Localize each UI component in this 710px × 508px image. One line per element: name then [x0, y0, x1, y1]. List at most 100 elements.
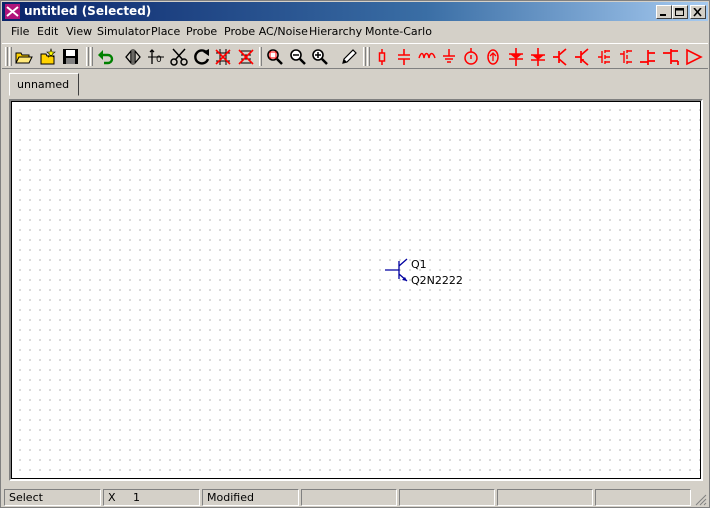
pencil-icon — [342, 49, 357, 64]
pmos-icon — [620, 50, 632, 64]
undo-button[interactable] — [95, 47, 117, 67]
place-zener-diode-button[interactable] — [527, 47, 549, 67]
menu-probe-ac-noise[interactable]: Probe AC/Noise — [224, 25, 308, 39]
ground-icon — [443, 49, 455, 63]
toolbar-grip[interactable] — [363, 47, 366, 66]
delete-all-icon — [238, 49, 254, 65]
menu-hierarchy[interactable]: Hierarchy — [309, 25, 362, 39]
place-pmos-button[interactable] — [615, 47, 637, 67]
zoom-area-button[interactable] — [264, 47, 286, 67]
tab-unnamed[interactable]: unnamed — [9, 73, 79, 96]
status-document-state: Modified — [202, 489, 299, 506]
resize-grip-icon[interactable] — [695, 494, 707, 506]
component-model-label[interactable]: Q2N2222 — [411, 274, 463, 287]
pjfet-icon — [663, 49, 679, 65]
title-bar[interactable]: untitled (Selected) — [2, 2, 708, 21]
menu-file[interactable]: File — [11, 25, 29, 39]
nmos-icon — [598, 50, 610, 64]
undo-icon — [98, 50, 114, 65]
new-folder-icon — [40, 48, 56, 65]
cut-icon — [170, 48, 188, 66]
menu-view[interactable]: View — [66, 25, 92, 39]
place-voltage-source-button[interactable] — [460, 47, 482, 67]
zoom-in-icon — [312, 49, 328, 65]
tab-label: unnamed — [17, 78, 70, 91]
menu-probe[interactable]: Probe — [186, 25, 217, 39]
pnp-transistor-icon — [575, 48, 589, 66]
capacitor-icon — [398, 49, 410, 65]
new-folder-button[interactable] — [37, 47, 59, 67]
toolbar-grip[interactable] — [5, 47, 8, 66]
zener-diode-icon — [531, 48, 545, 66]
current-source-icon — [487, 49, 499, 65]
zoom-out-button[interactable] — [287, 47, 309, 67]
mirror-vertical-icon: 0 — [148, 49, 164, 65]
njfet-icon — [640, 50, 655, 65]
zoom-area-icon — [267, 49, 283, 65]
pencil-button[interactable] — [338, 47, 360, 67]
voltage-source-icon — [464, 48, 478, 65]
status-panel-empty — [595, 489, 691, 506]
mirror-horizontal-icon — [125, 49, 141, 65]
app-icon — [5, 4, 20, 19]
inductor-icon — [418, 52, 436, 59]
menu-simulator[interactable]: Simulator — [97, 25, 150, 39]
mirror-vertical-button[interactable]: 0 — [145, 47, 167, 67]
toolbar-grip[interactable] — [259, 47, 262, 66]
place-resistor-button[interactable] — [371, 47, 393, 67]
delete-all-button[interactable] — [235, 47, 257, 67]
application-window: untitled (Selected) File Edit View Simul… — [0, 0, 710, 508]
window-title: untitled (Selected) — [24, 4, 152, 18]
toolbar: 0 — [2, 43, 708, 69]
mirror-horizontal-button[interactable] — [122, 47, 144, 67]
maximize-icon — [675, 8, 684, 16]
toolbar-grip[interactable] — [9, 47, 12, 66]
place-pnp-button[interactable] — [571, 47, 593, 67]
status-panel-empty — [301, 489, 397, 506]
tab-bar: unnamed — [2, 70, 708, 96]
place-ground-button[interactable] — [438, 47, 460, 67]
status-bar: Select X 1 Modified — [2, 488, 708, 507]
toolbar-grip[interactable] — [367, 47, 370, 66]
menu-edit[interactable]: Edit — [37, 25, 58, 39]
toolbar-grip[interactable] — [90, 47, 93, 66]
svg-text:0: 0 — [156, 55, 162, 65]
close-icon — [693, 8, 702, 17]
rotate-button[interactable] — [191, 47, 213, 67]
close-button[interactable] — [690, 5, 706, 19]
save-button[interactable] — [60, 47, 82, 67]
zoom-in-button[interactable] — [309, 47, 331, 67]
component-ref-label[interactable]: Q1 — [411, 258, 427, 271]
delete-icon — [215, 49, 231, 65]
place-pjfet-button[interactable] — [660, 47, 682, 67]
schematic-canvas[interactable]: Q1 Q2N2222 — [11, 101, 701, 479]
npn-transistor-symbol[interactable] — [385, 256, 409, 284]
place-inductor-button[interactable] — [416, 47, 438, 67]
open-folder-icon — [15, 52, 33, 64]
npn-transistor-icon — [553, 48, 567, 66]
diode-icon — [509, 48, 523, 66]
toolbar-grip[interactable] — [86, 47, 89, 66]
status-panel-empty — [497, 489, 593, 506]
resistor-icon — [378, 49, 386, 65]
menu-place[interactable]: Place — [151, 25, 180, 39]
maximize-button[interactable] — [672, 5, 688, 19]
status-panel-empty — [399, 489, 495, 506]
place-nmos-button[interactable] — [593, 47, 615, 67]
save-icon — [63, 49, 78, 64]
minimize-button[interactable] — [656, 5, 672, 19]
place-njfet-button[interactable] — [637, 47, 659, 67]
delete-button[interactable] — [212, 47, 234, 67]
menu-monte-carlo[interactable]: Monte-Carlo — [365, 25, 432, 39]
place-opamp-button[interactable] — [683, 47, 705, 67]
menu-bar: File Edit View Simulator Place Probe Pro… — [2, 22, 708, 42]
place-npn-button[interactable] — [549, 47, 571, 67]
opamp-icon — [686, 48, 703, 66]
schematic-frame: Q1 Q2N2222 — [9, 99, 703, 481]
zoom-out-icon — [290, 49, 306, 65]
open-button[interactable] — [13, 47, 35, 67]
cut-button[interactable] — [168, 47, 190, 67]
place-current-source-button[interactable] — [482, 47, 504, 67]
place-capacitor-button[interactable] — [393, 47, 415, 67]
place-diode-button[interactable] — [505, 47, 527, 67]
